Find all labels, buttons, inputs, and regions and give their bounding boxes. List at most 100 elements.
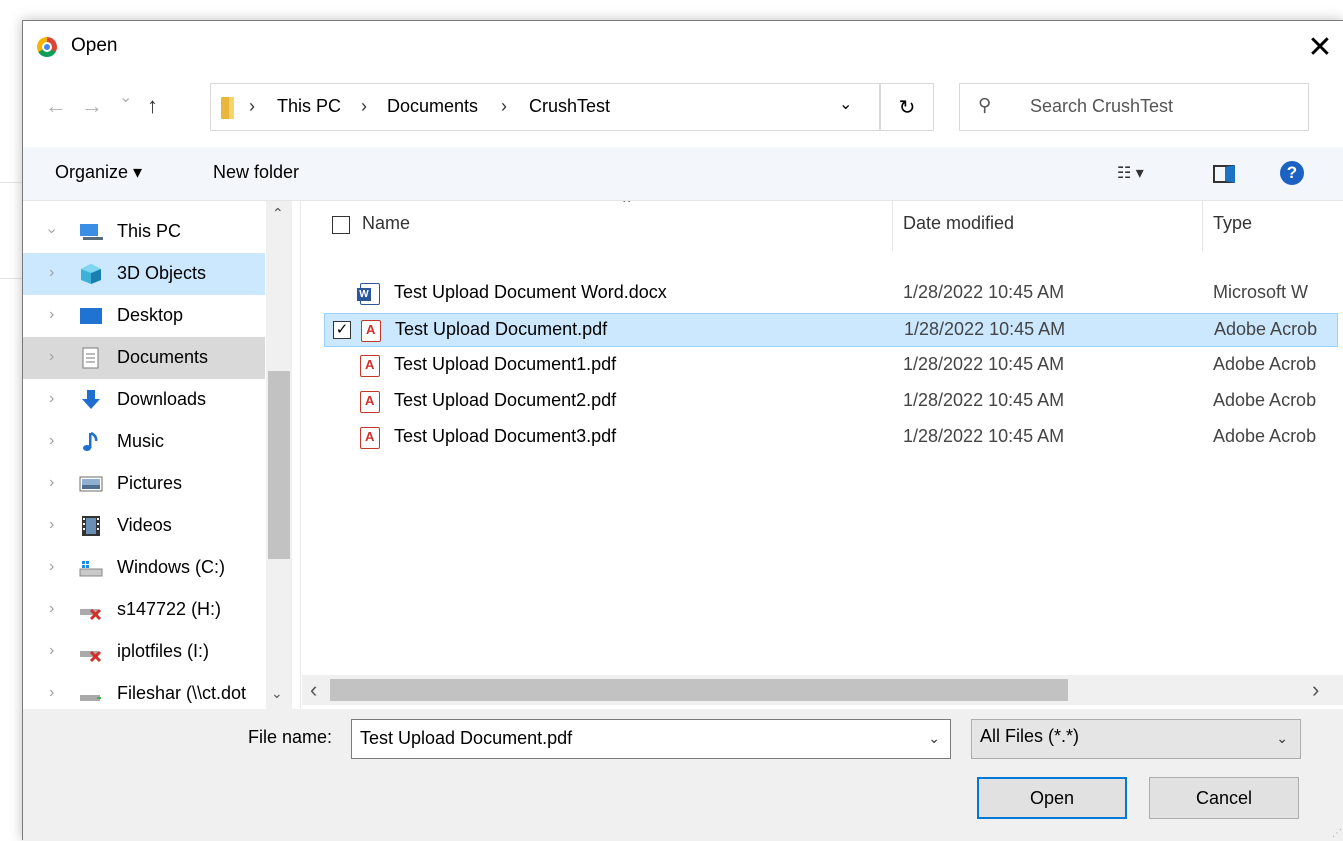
file-date: 1/28/2022 10:45 AM	[904, 319, 1066, 339]
refresh-button[interactable]: ↻	[880, 83, 934, 131]
collapsed-chevron-icon[interactable]: ›	[49, 684, 54, 702]
pdf-icon	[360, 355, 380, 377]
collapsed-chevron-icon[interactable]: ›	[49, 306, 54, 324]
breadcrumb-crushtest[interactable]: CrushTest	[529, 96, 610, 117]
column-header-name[interactable]: Name	[362, 213, 410, 257]
column-divider[interactable]	[892, 201, 893, 251]
collapsed-chevron-icon[interactable]: ›	[49, 642, 54, 660]
desktop-icon	[79, 305, 103, 327]
drive-icon	[79, 557, 103, 579]
collapsed-chevron-icon[interactable]: ›	[49, 264, 54, 282]
row-checkbox-checked[interactable]: ✓	[333, 321, 351, 339]
file-date: 1/28/2022 10:45 AM	[903, 354, 1065, 374]
up-arrow-icon[interactable]: ↑	[147, 93, 158, 119]
forward-arrow-icon[interactable]: →	[81, 93, 103, 119]
nav-item-music[interactable]: › Music	[23, 421, 265, 463]
file-row[interactable]: Test Upload Document Word.docx 1/28/2022…	[330, 277, 1343, 311]
recent-locations-chevron-icon[interactable]: ⌄	[119, 87, 132, 107]
videos-icon	[79, 515, 103, 537]
sort-ascending-icon: ⌃	[620, 201, 634, 214]
file-row-selected[interactable]: ✓ Test Upload Document.pdf 1/28/2022 10:…	[324, 313, 1338, 347]
file-type: Adobe Acrob	[1213, 390, 1317, 410]
nav-item-3d-objects[interactable]: › 3D Objects	[23, 253, 265, 295]
search-icon: ⚲	[978, 95, 992, 115]
collapsed-chevron-icon[interactable]: ›	[49, 558, 54, 576]
breadcrumb-this-pc[interactable]: This PC	[277, 96, 341, 117]
scroll-up-icon[interactable]: ⌃	[272, 205, 284, 222]
close-button[interactable]: ✕	[1297, 21, 1343, 73]
search-placeholder: Search CrushTest	[1030, 96, 1174, 116]
column-header-date-modified[interactable]: Date modified	[903, 213, 1014, 257]
nav-item-iplotfiles-i[interactable]: › iplotfiles (I:)	[23, 631, 265, 673]
pictures-icon	[79, 473, 103, 495]
file-type-chevron-icon: ⌄	[1276, 730, 1288, 746]
file-name: Test Upload Document Word.docx	[394, 282, 667, 302]
change-view-icon[interactable]: ☷ ▾	[1117, 163, 1144, 183]
title-bar: Open ✕	[23, 21, 1343, 73]
file-name: Test Upload Document1.pdf	[394, 354, 617, 374]
nav-scrollbar[interactable]: ⌃ ⌄	[266, 201, 292, 709]
open-button[interactable]: Open	[977, 777, 1127, 819]
nav-item-this-pc[interactable]: › This PC	[23, 211, 265, 253]
organize-button[interactable]: Organize ▾	[55, 162, 142, 183]
pdf-icon	[360, 391, 380, 413]
scroll-left-icon[interactable]: ‹	[310, 677, 317, 703]
collapsed-chevron-icon[interactable]: ›	[49, 390, 54, 408]
address-bar[interactable]: › This PC › Documents › CrushTest ⌄	[210, 83, 880, 131]
file-name: Test Upload Document2.pdf	[394, 390, 617, 410]
file-name-value: Test Upload Document.pdf	[360, 728, 573, 748]
search-input[interactable]: ⚲ Search CrushTest	[959, 83, 1309, 131]
nav-item-desktop[interactable]: › Desktop	[23, 295, 265, 337]
nav-item-label: Downloads	[117, 389, 207, 409]
scroll-thumb[interactable]	[268, 371, 290, 559]
nav-item-videos[interactable]: › Videos	[23, 505, 265, 547]
breadcrumb-separator: ›	[501, 96, 507, 116]
help-icon[interactable]: ?	[1280, 161, 1304, 185]
breadcrumb-documents[interactable]: Documents	[387, 96, 478, 117]
file-list-hscrollbar[interactable]: ‹ ›	[302, 675, 1343, 705]
cancel-button[interactable]: Cancel	[1149, 777, 1299, 819]
nav-item-documents[interactable]: › Documents	[23, 337, 265, 379]
column-header-type[interactable]: Type	[1213, 213, 1252, 257]
select-all-checkbox[interactable]	[332, 216, 350, 234]
preview-pane-icon[interactable]	[1213, 165, 1235, 183]
command-toolbar: Organize ▾ New folder ☷ ▾ ?	[23, 147, 1343, 201]
address-dropdown-chevron-icon[interactable]: ⌄	[839, 94, 852, 114]
file-row[interactable]: Test Upload Document3.pdf 1/28/2022 10:4…	[330, 421, 1343, 455]
new-folder-button[interactable]: New folder	[213, 162, 299, 183]
nav-item-downloads[interactable]: › Downloads	[23, 379, 265, 421]
dialog-title: Open	[71, 35, 118, 56]
file-type-select[interactable]: All Files (*.*) ⌄	[971, 719, 1301, 759]
hscroll-thumb[interactable]	[330, 679, 1068, 701]
file-row[interactable]: Test Upload Document1.pdf 1/28/2022 10:4…	[330, 349, 1343, 383]
pdf-icon	[361, 320, 381, 342]
collapsed-chevron-icon[interactable]: ›	[49, 432, 54, 450]
nav-item-label: Fileshar (\\ct.dot	[117, 683, 247, 703]
chrome-icon	[37, 37, 57, 57]
file-name-history-chevron-icon[interactable]: ⌄	[928, 730, 940, 747]
scroll-right-icon[interactable]: ›	[1312, 677, 1319, 703]
navigation-pane: › This PC › 3D Objects › Desktop › Docum…	[23, 201, 301, 709]
nav-item-s147722-h[interactable]: › s147722 (H:)	[23, 589, 265, 631]
nav-item-label: Music	[117, 431, 165, 451]
expanded-chevron-icon[interactable]: ›	[43, 228, 61, 233]
nav-item-label: Windows (C:)	[117, 557, 226, 577]
column-divider[interactable]	[1202, 201, 1203, 251]
collapsed-chevron-icon[interactable]: ›	[49, 348, 54, 366]
network-drive-icon	[79, 683, 103, 705]
nav-item-windows-c[interactable]: › Windows (C:)	[23, 547, 265, 589]
cube-icon	[79, 263, 103, 285]
word-icon	[357, 283, 380, 305]
resize-grip-icon[interactable]: ⋰	[1332, 828, 1342, 839]
file-name: Test Upload Document3.pdf	[394, 426, 617, 446]
file-row[interactable]: Test Upload Document2.pdf 1/28/2022 10:4…	[330, 385, 1343, 419]
file-name-input[interactable]: Test Upload Document.pdf ⌄	[351, 719, 951, 759]
file-type: Adobe Acrob	[1213, 426, 1317, 446]
nav-item-pictures[interactable]: › Pictures	[23, 463, 265, 505]
collapsed-chevron-icon[interactable]: ›	[49, 474, 54, 492]
nav-item-fileshar[interactable]: › Fileshar (\\ct.dot	[23, 673, 265, 709]
collapsed-chevron-icon[interactable]: ›	[49, 516, 54, 534]
back-arrow-icon[interactable]: ←	[45, 93, 67, 119]
scroll-down-icon[interactable]: ⌄	[271, 685, 283, 702]
collapsed-chevron-icon[interactable]: ›	[49, 600, 54, 618]
